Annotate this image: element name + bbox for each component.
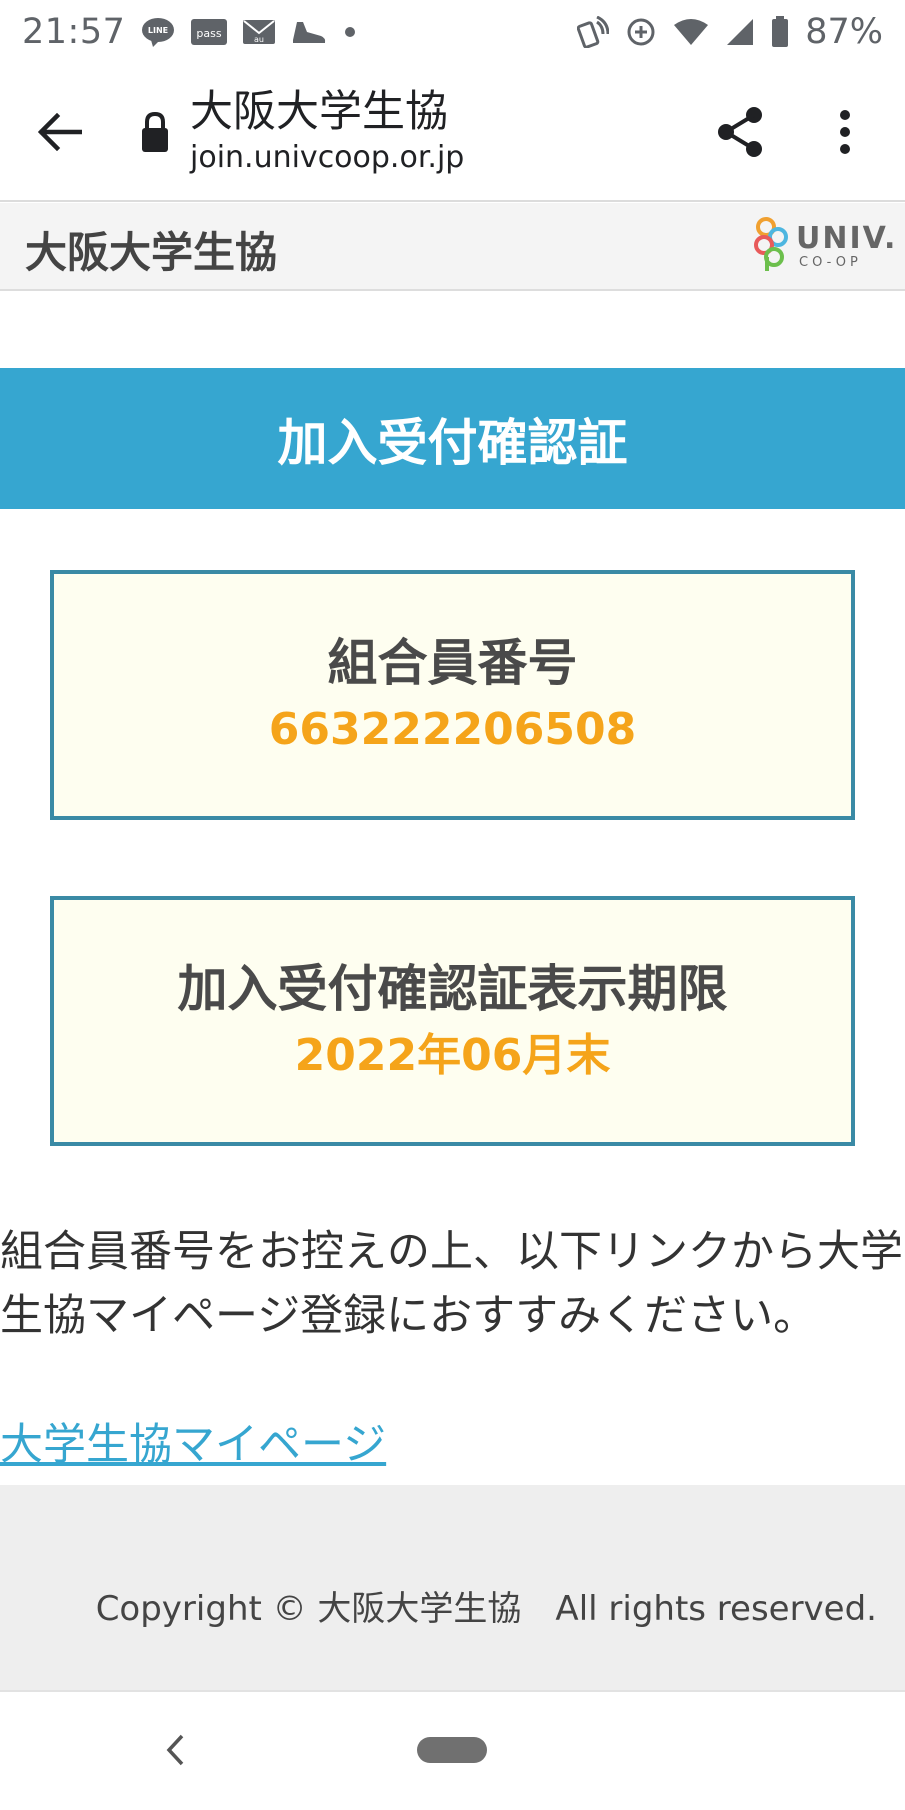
shoe-icon: [291, 18, 327, 46]
au-mail-icon: au: [243, 18, 276, 46]
expiry-label: 加入受付確認証表示期限: [177, 960, 728, 1018]
member-number-box: 組合員番号 663222206508: [50, 570, 855, 820]
more-vert-icon: [840, 110, 850, 154]
share-icon: [718, 107, 762, 157]
expiry-value: 2022年06月末: [294, 1030, 611, 1081]
more-menu-button[interactable]: [830, 104, 860, 160]
svg-text:au: au: [254, 35, 264, 44]
footer: Copyright © 大阪大学生協 All rights reserved.: [0, 1485, 905, 1690]
univ-coop-logo[interactable]: UNIV. CO-OP: [752, 215, 895, 279]
site-header: 大阪大学生協 UNIV. CO-OP: [0, 203, 905, 291]
status-bar: 21:57 LINE pass au 87%: [0, 0, 905, 64]
pass-icon: pass: [191, 17, 228, 47]
url-domain: join.univcoop.or.jp: [190, 140, 465, 175]
banner-title: 加入受付確認証: [277, 413, 628, 472]
address-bar[interactable]: 大阪大学生協 join.univcoop.or.jp: [190, 86, 464, 176]
expiry-box: 加入受付確認証表示期限 2022年06月末: [50, 896, 855, 1146]
svg-text:LINE: LINE: [148, 26, 168, 35]
chevron-left-icon: [166, 1734, 184, 1766]
svg-text:pass: pass: [197, 27, 222, 40]
dot-icon: [343, 25, 357, 39]
lock-icon: [140, 110, 170, 154]
browser-toolbar: 大阪大学生協 join.univcoop.or.jp: [0, 64, 905, 202]
site-title[interactable]: 大阪大学生協: [25, 219, 277, 280]
signal-icon: [725, 17, 755, 47]
mypage-link[interactable]: 大学生協マイページ: [0, 1415, 386, 1475]
wifi-icon: [673, 17, 709, 47]
status-time: 21:57: [22, 12, 126, 52]
coop-rings-icon: [754, 217, 788, 271]
system-nav-bar: [0, 1690, 905, 1810]
back-button[interactable]: [36, 108, 84, 156]
page-title: 大阪大学生協: [190, 87, 448, 137]
screen: 21:57 LINE pass au 87% 大阪大学生協 join.univc…: [0, 0, 905, 1810]
share-button[interactable]: [712, 104, 768, 160]
copyright-text: Copyright © 大阪大学生協 All rights reserved.: [95, 1589, 877, 1629]
status-left: 21:57 LINE pass au: [22, 12, 357, 52]
logo-text: UNIV.: [796, 221, 898, 256]
nav-back-button[interactable]: [160, 1726, 190, 1774]
battery-percent: 87%: [805, 12, 883, 52]
member-number-value: 663222206508: [268, 704, 637, 755]
battery-icon: [771, 16, 789, 48]
logo-subtext: CO-OP: [799, 255, 862, 270]
member-number-label: 組合員番号: [327, 634, 578, 692]
status-right: 87%: [577, 12, 883, 52]
instruction-text: 組合員番号をお控えの上、以下リンクから大学生協マイページ登録におすすみください。: [0, 1227, 903, 1341]
home-pill-button[interactable]: [417, 1737, 487, 1763]
page-banner: 加入受付確認証: [0, 368, 905, 509]
data-saver-icon: [625, 16, 657, 48]
back-arrow-icon: [38, 113, 82, 151]
line-icon: LINE: [141, 17, 175, 47]
nfc-icon: [577, 16, 610, 48]
